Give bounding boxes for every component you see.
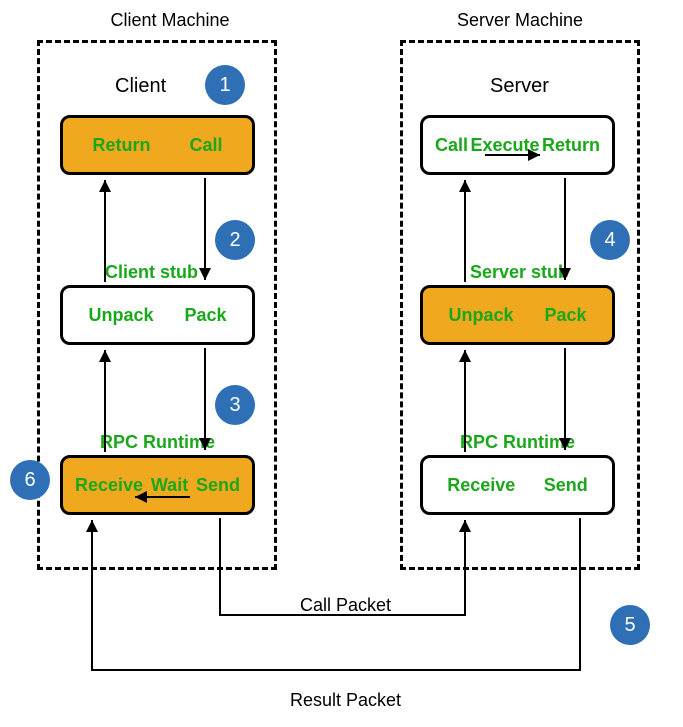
step-2-circle: 2 (215, 220, 255, 260)
client-unpack-label: Unpack (88, 305, 153, 326)
client-wait-label: Wait (151, 475, 188, 496)
client-return-label: Return (92, 135, 150, 156)
step-4-circle: 4 (590, 220, 630, 260)
client-pack-label: Pack (184, 305, 226, 326)
client-stub-label: Client stub (105, 262, 198, 283)
client-call-label: Call (189, 135, 222, 156)
step-6-circle: 6 (10, 460, 50, 500)
server-stub-label: Server stub (470, 262, 569, 283)
client-box-3: Receive Wait Send (60, 455, 255, 515)
client-machine-title: Client Machine (95, 10, 245, 31)
step-3-circle: 3 (215, 385, 255, 425)
client-header: Client (115, 75, 166, 98)
server-unpack-label: Unpack (448, 305, 513, 326)
server-execute-label: Execute (470, 135, 539, 156)
server-return-label: Return (542, 135, 600, 156)
server-machine-title: Server Machine (440, 10, 600, 31)
server-box-3: Receive Send (420, 455, 615, 515)
server-receive-label: Receive (447, 475, 515, 496)
step-5-circle: 5 (610, 605, 650, 645)
client-receive-label: Receive (75, 475, 143, 496)
client-send-label: Send (196, 475, 240, 496)
server-header: Server (490, 75, 549, 98)
result-packet-label: Result Packet (290, 690, 401, 711)
server-send-label: Send (544, 475, 588, 496)
server-box-2: Unpack Pack (420, 285, 615, 345)
call-packet-label: Call Packet (300, 595, 391, 616)
server-pack-label: Pack (544, 305, 586, 326)
client-runtime-label: RPC Runtime (100, 432, 215, 453)
server-box-1: Call Execute Return (420, 115, 615, 175)
server-runtime-label: RPC Runtime (460, 432, 575, 453)
client-box-1: Return Call (60, 115, 255, 175)
client-box-2: Unpack Pack (60, 285, 255, 345)
step-1-circle: 1 (205, 65, 245, 105)
server-call-label: Call (435, 135, 468, 156)
